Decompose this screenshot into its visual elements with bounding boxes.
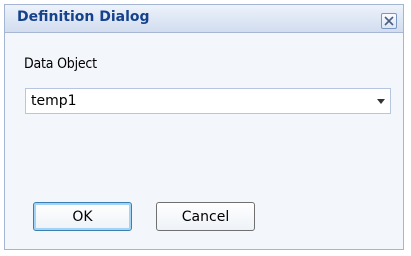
dialog-title: Definition Dialog xyxy=(17,9,150,25)
data-object-select[interactable]: temp1 xyxy=(25,88,391,114)
chevron-down-icon[interactable] xyxy=(377,99,385,104)
close-button[interactable] xyxy=(381,13,397,29)
data-object-value: temp1 xyxy=(31,93,77,109)
dialog-titlebar[interactable]: Definition Dialog xyxy=(5,5,403,33)
definition-dialog: Definition Dialog Data Object temp1 OK C… xyxy=(4,4,404,250)
dialog-content: Data Object temp1 OK Cancel xyxy=(5,33,403,249)
cancel-button[interactable]: Cancel xyxy=(156,202,255,231)
close-icon xyxy=(384,16,394,26)
data-object-label: Data Object xyxy=(24,56,97,72)
ok-button[interactable]: OK xyxy=(33,202,132,231)
